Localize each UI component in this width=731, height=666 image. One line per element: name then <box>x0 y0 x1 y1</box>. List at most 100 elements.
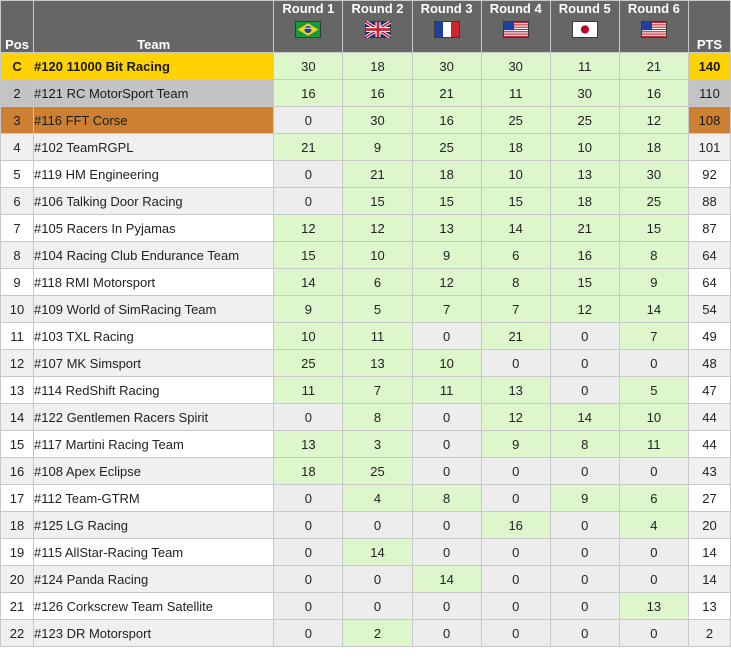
row-round-3-score: 13 <box>411 214 482 242</box>
table-row[interactable]: 21 #126 Corkscrew Team Satellite 0 0 0 0 0 13 13 <box>0 592 731 620</box>
round-5-label: Round 5 <box>558 1 611 16</box>
row-round-3-score: 0 <box>411 322 482 350</box>
row-round-6-score: 4 <box>618 511 689 539</box>
table-row[interactable]: 2 #121 RC MotorSport Team 16 16 21 11 30 16 110 <box>0 79 731 107</box>
table-row[interactable]: 7 #105 Racers In Pyjamas 12 12 13 14 21 15 87 <box>0 214 731 242</box>
row-team-name[interactable]: #104 Racing Club Endurance Team <box>33 241 275 269</box>
row-round-4-score: 11 <box>480 79 551 107</box>
row-position: 13 <box>0 376 35 404</box>
row-team-name[interactable]: #121 RC MotorSport Team <box>33 79 275 107</box>
row-round-5-score: 0 <box>549 376 620 404</box>
table-row[interactable]: 9 #118 RMI Motorsport 14 6 12 8 15 9 64 <box>0 268 731 296</box>
row-round-2-score: 14 <box>342 538 413 566</box>
table-row[interactable]: 13 #114 RedShift Racing 11 7 11 13 0 5 47 <box>0 376 731 404</box>
row-round-4-score: 18 <box>480 133 551 161</box>
column-header-round-4[interactable]: Round 4 <box>480 0 551 53</box>
row-team-name[interactable]: #125 LG Racing <box>33 511 275 539</box>
column-header-round-5[interactable]: Round 5 <box>549 0 620 53</box>
row-round-6-score: 18 <box>618 133 689 161</box>
row-team-name[interactable]: #107 MK Simsport <box>33 349 275 377</box>
header-row: Pos Team Round 1 Round 2 Round 3 Round 4… <box>0 0 731 53</box>
column-header-pts[interactable]: PTS <box>687 0 731 53</box>
row-team-name[interactable]: #126 Corkscrew Team Satellite <box>33 592 275 620</box>
row-team-name[interactable]: #123 DR Motorsport <box>33 619 275 647</box>
row-position: 19 <box>0 538 35 566</box>
row-round-3-score: 15 <box>411 187 482 215</box>
row-total-points: 108 <box>687 106 731 134</box>
table-row[interactable]: 10 #109 World of SimRacing Team 9 5 7 7 12 14 54 <box>0 295 731 323</box>
row-team-name[interactable]: #120 11000 Bit Racing <box>33 52 275 80</box>
row-round-1-score: 0 <box>273 403 344 431</box>
table-row[interactable]: 19 #115 AllStar-Racing Team 0 14 0 0 0 0 14 <box>0 538 731 566</box>
table-row[interactable]: 6 #106 Talking Door Racing 0 15 15 15 18 25 88 <box>0 187 731 215</box>
table-row[interactable]: 3 #116 FFT Corse 0 30 16 25 25 12 108 <box>0 106 731 134</box>
table-row[interactable]: 12 #107 MK Simsport 25 13 10 0 0 0 48 <box>0 349 731 377</box>
table-row[interactable]: 22 #123 DR Motorsport 0 2 0 0 0 0 2 <box>0 619 731 647</box>
row-round-4-score: 9 <box>480 430 551 458</box>
flag-united-states-icon <box>640 21 667 38</box>
row-round-4-score: 6 <box>480 241 551 269</box>
row-round-1-score: 16 <box>273 79 344 107</box>
row-round-2-score: 9 <box>342 133 413 161</box>
row-team-name[interactable]: #114 RedShift Racing <box>33 376 275 404</box>
table-row[interactable]: 14 #122 Gentlemen Racers Spirit 0 8 0 12 14 10 4… <box>0 403 731 431</box>
table-row[interactable]: 15 #117 Martini Racing Team 13 3 0 9 8 11 44 <box>0 430 731 458</box>
row-round-4-score: 0 <box>480 349 551 377</box>
row-round-2-score: 0 <box>342 511 413 539</box>
row-position: 16 <box>0 457 35 485</box>
row-team-name[interactable]: #118 RMI Motorsport <box>33 268 275 296</box>
row-team-name[interactable]: #102 TeamRGPL <box>33 133 275 161</box>
row-round-6-score: 25 <box>618 187 689 215</box>
table-row[interactable]: 17 #112 Team-GTRM 0 4 8 0 9 6 27 <box>0 484 731 512</box>
row-round-3-score: 12 <box>411 268 482 296</box>
row-total-points: 2 <box>687 619 731 647</box>
row-round-4-score: 25 <box>480 106 551 134</box>
row-round-3-score: 0 <box>411 511 482 539</box>
row-total-points: 44 <box>687 403 731 431</box>
table-row[interactable]: 8 #104 Racing Club Endurance Team 15 10 9 6 16… <box>0 241 731 269</box>
column-header-team[interactable]: Team <box>33 0 275 53</box>
row-round-2-score: 11 <box>342 322 413 350</box>
row-total-points: 92 <box>687 160 731 188</box>
table-row[interactable]: 20 #124 Panda Racing 0 0 14 0 0 0 14 <box>0 565 731 593</box>
row-round-2-score: 21 <box>342 160 413 188</box>
table-row[interactable]: 11 #103 TXL Racing 10 11 0 21 0 7 49 <box>0 322 731 350</box>
row-team-name[interactable]: #115 AllStar-Racing Team <box>33 538 275 566</box>
row-position: 7 <box>0 214 35 242</box>
column-header-round-1[interactable]: Round 1 <box>273 0 344 53</box>
column-header-pos[interactable]: Pos <box>0 0 35 53</box>
row-team-name[interactable]: #124 Panda Racing <box>33 565 275 593</box>
row-team-name[interactable]: #117 Martini Racing Team <box>33 430 275 458</box>
row-round-1-score: 10 <box>273 322 344 350</box>
row-round-5-score: 0 <box>549 457 620 485</box>
row-round-6-score: 14 <box>618 295 689 323</box>
row-team-name[interactable]: #105 Racers In Pyjamas <box>33 214 275 242</box>
row-team-name[interactable]: #122 Gentlemen Racers Spirit <box>33 403 275 431</box>
row-round-5-score: 0 <box>549 538 620 566</box>
table-row[interactable]: 16 #108 Apex Eclipse 18 25 0 0 0 0 43 <box>0 457 731 485</box>
table-row[interactable]: C #120 11000 Bit Racing 30 18 30 30 11 21 140 <box>0 52 731 80</box>
row-team-name[interactable]: #119 HM Engineering <box>33 160 275 188</box>
row-total-points: 49 <box>687 322 731 350</box>
row-team-name[interactable]: #103 TXL Racing <box>33 322 275 350</box>
row-team-name[interactable]: #106 Talking Door Racing <box>33 187 275 215</box>
column-header-round-2[interactable]: Round 2 <box>342 0 413 53</box>
championship-standings-table: Pos Team Round 1 Round 2 Round 3 Round 4… <box>0 0 731 647</box>
table-row[interactable]: 4 #102 TeamRGPL 21 9 25 18 10 18 101 <box>0 133 731 161</box>
row-round-2-score: 30 <box>342 106 413 134</box>
column-header-round-3[interactable]: Round 3 <box>411 0 482 53</box>
table-row[interactable]: 18 #125 LG Racing 0 0 0 16 0 4 20 <box>0 511 731 539</box>
row-round-5-score: 9 <box>549 484 620 512</box>
row-total-points: 47 <box>687 376 731 404</box>
row-round-4-score: 15 <box>480 187 551 215</box>
row-round-6-score: 8 <box>618 241 689 269</box>
column-header-round-6[interactable]: Round 6 <box>618 0 689 53</box>
row-team-name[interactable]: #112 Team-GTRM <box>33 484 275 512</box>
row-team-name[interactable]: #108 Apex Eclipse <box>33 457 275 485</box>
row-position: 3 <box>0 106 35 134</box>
row-team-name[interactable]: #109 World of SimRacing Team <box>33 295 275 323</box>
table-row[interactable]: 5 #119 HM Engineering 0 21 18 10 13 30 92 <box>0 160 731 188</box>
row-round-1-score: 0 <box>273 565 344 593</box>
row-total-points: 140 <box>687 52 731 80</box>
row-team-name[interactable]: #116 FFT Corse <box>33 106 275 134</box>
